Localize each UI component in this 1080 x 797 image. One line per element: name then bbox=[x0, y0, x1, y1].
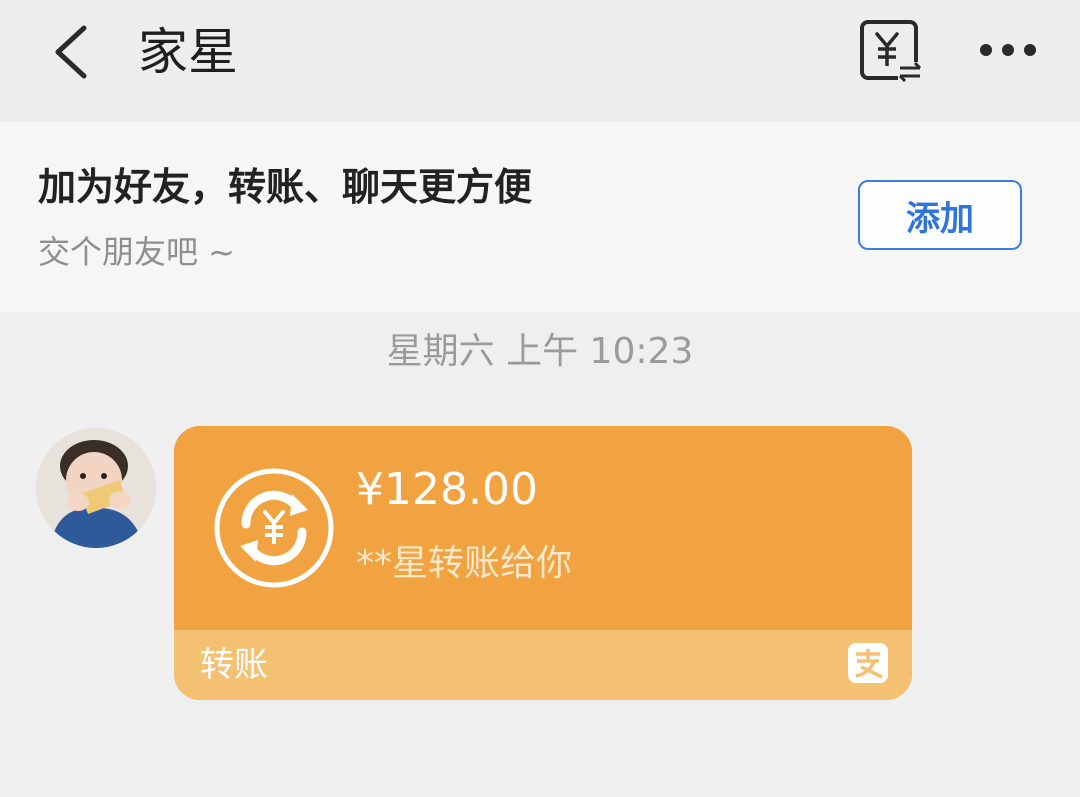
add-friend-banner: 加为好友，转账、聊天更方便 交个朋友吧 ~ 添加 bbox=[0, 122, 1080, 312]
page-title: 家星 bbox=[138, 23, 238, 81]
transfer-message-card[interactable]: ¥128.00 **星转账给你 转账 bbox=[174, 426, 912, 700]
add-friend-button[interactable]: 添加 bbox=[858, 180, 1022, 250]
transfer-type-label: 转账 bbox=[200, 645, 268, 685]
transfer-description: **星转账给你 bbox=[356, 543, 573, 584]
chat-screen: 家星 加为好友，转账、聊天更方便 交个朋友吧 ~ 添加 星期六 上午 10:23… bbox=[0, 0, 1080, 797]
transfer-card-footer: 转账 bbox=[174, 630, 912, 700]
message-timestamp: 星期六 上午 10:23 bbox=[386, 331, 694, 372]
transfer-amount: ¥128.00 bbox=[356, 464, 538, 515]
top-bar: 家星 bbox=[0, 0, 1080, 122]
transfer-card-body: ¥128.00 **星转账给你 bbox=[174, 426, 912, 630]
more-dots-icon[interactable] bbox=[978, 36, 1038, 64]
yuan-circle-icon bbox=[212, 466, 336, 590]
yuan-transfer-icon[interactable] bbox=[858, 18, 924, 84]
avatar[interactable] bbox=[36, 428, 156, 548]
banner-title: 加为好友，转账、聊天更方便 bbox=[38, 165, 533, 209]
banner-subtitle: 交个朋友吧 ~ bbox=[38, 233, 235, 271]
alipay-icon bbox=[848, 643, 888, 683]
chevron-left-icon[interactable] bbox=[48, 22, 96, 82]
